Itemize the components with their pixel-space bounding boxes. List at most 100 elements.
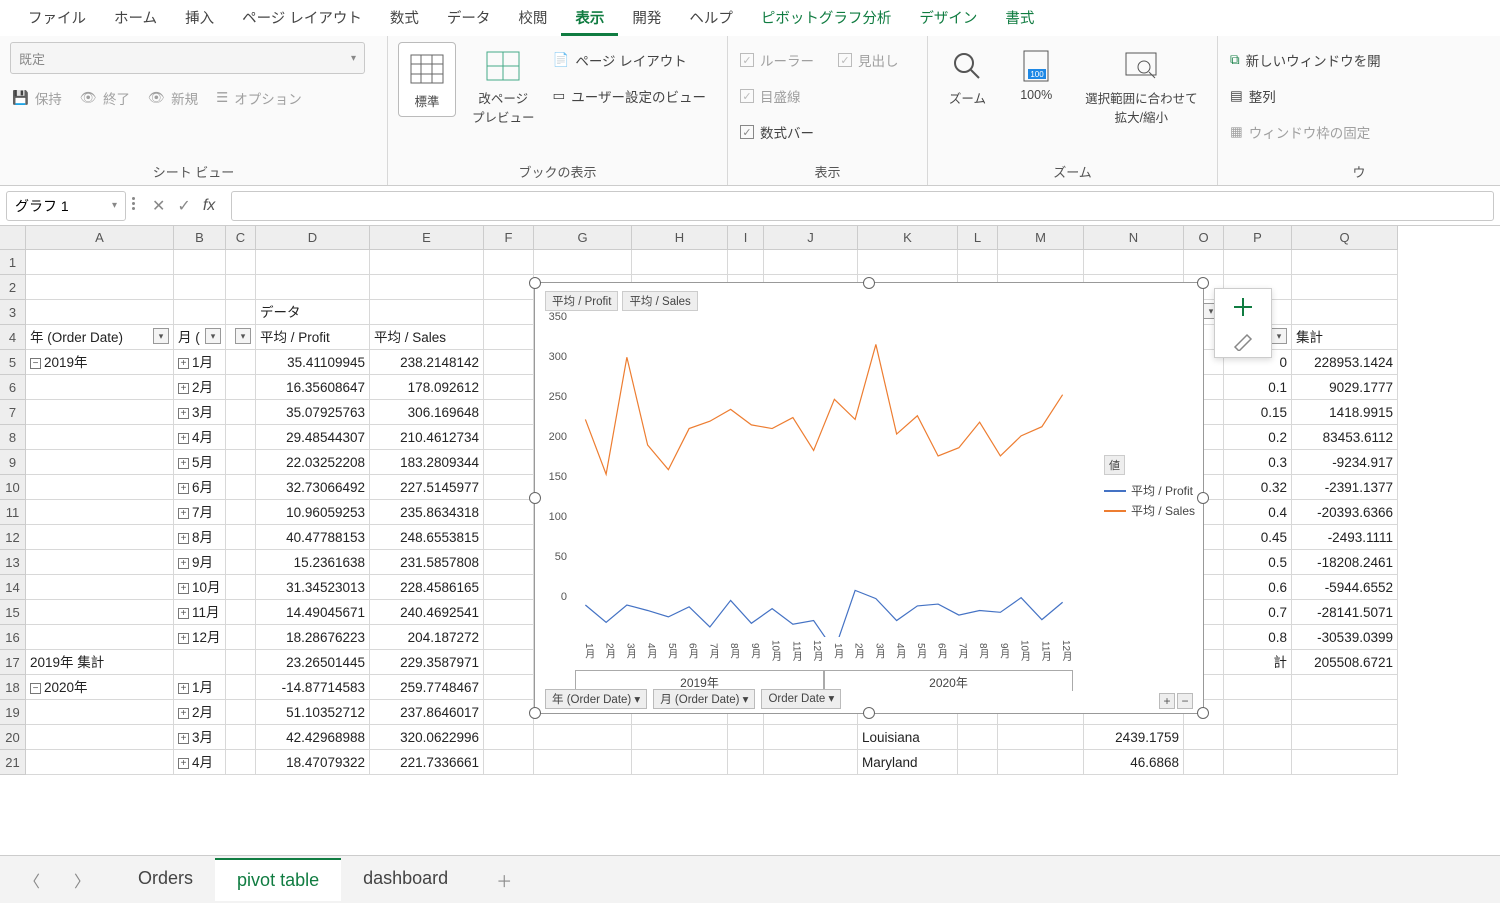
cell[interactable]	[370, 250, 484, 275]
cell[interactable]: +5月	[174, 450, 226, 475]
col-header[interactable]: N	[1084, 226, 1184, 250]
cell[interactable]: 月 (▾	[174, 325, 226, 350]
cell[interactable]	[256, 275, 370, 300]
cell[interactable]: 29.48544307	[256, 425, 370, 450]
chart-quick-panel[interactable]	[1214, 288, 1272, 358]
cell[interactable]	[26, 500, 174, 525]
cell[interactable]	[1292, 750, 1398, 775]
cell[interactable]	[484, 600, 534, 625]
cell[interactable]: 18.28676223	[256, 625, 370, 650]
plot-area[interactable]	[575, 317, 1073, 637]
cell[interactable]: +12月	[174, 625, 226, 650]
row-header[interactable]: 13	[0, 550, 26, 575]
cell[interactable]: 238.2148142	[370, 350, 484, 375]
cell[interactable]	[484, 525, 534, 550]
cell[interactable]: -20393.6366	[1292, 500, 1398, 525]
cell[interactable]	[534, 725, 632, 750]
cell[interactable]: +2月	[174, 375, 226, 400]
cell[interactable]	[1224, 700, 1292, 725]
cell[interactable]: +3月	[174, 400, 226, 425]
menu-10[interactable]: ピボットグラフ分析	[747, 1, 906, 36]
col-header[interactable]: L	[958, 226, 998, 250]
cell[interactable]: -9234.917	[1292, 450, 1398, 475]
cell[interactable]: -28141.5071	[1292, 600, 1398, 625]
cell[interactable]: 221.7336661	[370, 750, 484, 775]
row-header[interactable]: 7	[0, 400, 26, 425]
cell[interactable]: 51.10352712	[256, 700, 370, 725]
cell[interactable]: 16.35608647	[256, 375, 370, 400]
col-header[interactable]: K	[858, 226, 958, 250]
cell[interactable]: 0.7	[1224, 600, 1292, 625]
col-header[interactable]: B	[174, 226, 226, 250]
cell[interactable]	[484, 675, 534, 700]
cell[interactable]	[958, 750, 998, 775]
select-all-corner[interactable]	[0, 226, 26, 250]
sheet-tab[interactable]: dashboard	[341, 858, 470, 901]
col-header[interactable]: E	[370, 226, 484, 250]
cell[interactable]	[226, 525, 256, 550]
col-header[interactable]: G	[534, 226, 632, 250]
row-header[interactable]: 14	[0, 575, 26, 600]
cell[interactable]	[226, 500, 256, 525]
cell[interactable]	[370, 275, 484, 300]
row-header[interactable]: 17	[0, 650, 26, 675]
cell[interactable]	[256, 250, 370, 275]
cell[interactable]: 306.169648	[370, 400, 484, 425]
cell[interactable]: 9029.1777	[1292, 375, 1398, 400]
cell[interactable]: 248.6553815	[370, 525, 484, 550]
cell[interactable]: +4月	[174, 425, 226, 450]
menu-0[interactable]: ファイル	[14, 1, 100, 36]
cell[interactable]	[26, 575, 174, 600]
menu-1[interactable]: ホーム	[100, 1, 171, 36]
formula-input[interactable]	[231, 191, 1494, 221]
cell[interactable]	[484, 425, 534, 450]
cell[interactable]	[1292, 250, 1398, 275]
cell[interactable]: 0.32	[1224, 475, 1292, 500]
cell[interactable]	[534, 750, 632, 775]
cell[interactable]: 0.1	[1224, 375, 1292, 400]
cell[interactable]	[1292, 700, 1398, 725]
sheet-tab[interactable]: Orders	[116, 858, 215, 901]
cell[interactable]: 2439.1759	[1084, 725, 1184, 750]
column-headers[interactable]: ABCDEFGHIJKLMNOPQ	[26, 226, 1398, 250]
cell[interactable]: -2391.1377	[1292, 475, 1398, 500]
menu-6[interactable]: 校閲	[504, 1, 561, 36]
cell[interactable]: 183.2809344	[370, 450, 484, 475]
cell[interactable]: +8月	[174, 525, 226, 550]
brush-icon[interactable]	[1231, 327, 1255, 351]
chart-expand-collapse[interactable]: +−	[1159, 693, 1193, 709]
row-header[interactable]: 1	[0, 250, 26, 275]
sheetview-combo[interactable]: 既定▾	[10, 42, 365, 74]
menu-2[interactable]: 挿入	[171, 1, 228, 36]
cell[interactable]	[226, 750, 256, 775]
customview-button[interactable]: ▭ユーザー設定のビュー	[551, 82, 709, 110]
cell[interactable]: +7月	[174, 500, 226, 525]
cell[interactable]: 集計	[1292, 325, 1398, 350]
row-header[interactable]: 20	[0, 725, 26, 750]
cell[interactable]	[1292, 725, 1398, 750]
cell[interactable]: 1418.9915	[1292, 400, 1398, 425]
cell[interactable]: 32.73066492	[256, 475, 370, 500]
normal-view-button[interactable]: 標準	[398, 42, 456, 117]
cell[interactable]	[174, 650, 226, 675]
row-header[interactable]: 9	[0, 450, 26, 475]
col-header[interactable]: C	[226, 226, 256, 250]
cell[interactable]	[484, 375, 534, 400]
cell[interactable]	[1084, 250, 1184, 275]
zoom-button[interactable]: ズーム	[941, 42, 993, 111]
cell[interactable]	[26, 250, 174, 275]
cell[interactable]	[484, 350, 534, 375]
cell[interactable]: 228953.1424	[1292, 350, 1398, 375]
cell[interactable]	[370, 300, 484, 325]
row-header[interactable]: 16	[0, 625, 26, 650]
cell[interactable]: データ	[256, 300, 370, 325]
cell[interactable]: +10月	[174, 575, 226, 600]
col-header[interactable]: O	[1184, 226, 1224, 250]
new-window-button[interactable]: ⧉新しいウィンドウを開	[1228, 46, 1383, 74]
row-header[interactable]: 4	[0, 325, 26, 350]
cell[interactable]: -30539.0399	[1292, 625, 1398, 650]
row-header[interactable]: 12	[0, 525, 26, 550]
cell[interactable]	[226, 350, 256, 375]
worksheet-grid[interactable]: ABCDEFGHIJKLMNOPQ 1234567891011121314151…	[0, 226, 1500, 855]
menu-12[interactable]: 書式	[991, 1, 1048, 36]
